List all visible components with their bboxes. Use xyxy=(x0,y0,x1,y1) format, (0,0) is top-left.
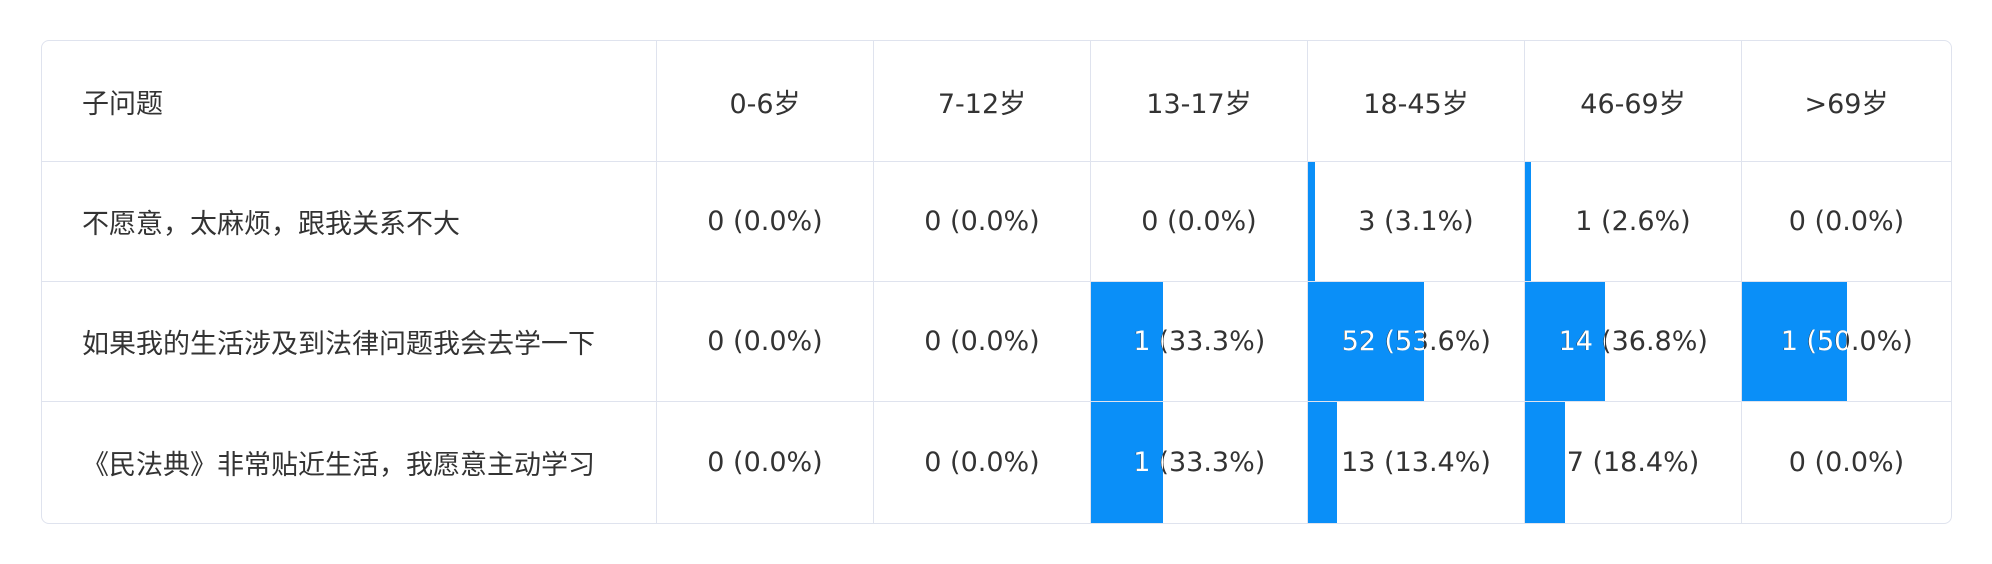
header-cell-age-46-69: 46-69岁 xyxy=(1524,41,1741,161)
value-cell-age-46-69: 14 (36.8%)14 (36.8%) xyxy=(1524,282,1741,401)
subquestion-label: 不愿意，太麻烦，跟我关系不大 xyxy=(82,209,460,240)
value-cell-age-7-12: 0 (0.0%) xyxy=(873,162,1090,281)
count-percent-value: 1 (33.3%) xyxy=(1132,326,1266,357)
value-cell-age-0-6: 0 (0.0%) xyxy=(656,402,873,523)
subquestion-label: 如果我的生活涉及到法律问题我会去学一下 xyxy=(82,329,595,360)
header-cell-subquestion: 子问题 xyxy=(42,41,656,161)
count-percent-value: 0 (0.0%) xyxy=(1788,447,1905,478)
count-percent-value: 3 (3.1%) xyxy=(1358,206,1474,237)
count-percent-value: 1 (2.6%) xyxy=(1575,206,1691,237)
value-cell-age-7-12: 0 (0.0%) xyxy=(873,402,1090,523)
count-percent-value: 52 (53.6%) xyxy=(1341,326,1491,357)
value-cell-age-7-12: 0 (0.0%) xyxy=(873,282,1090,401)
header-cell-age-18-45: 18-45岁 xyxy=(1307,41,1524,161)
column-header-label: 0-6岁 xyxy=(729,88,801,120)
value-cell-age-0-6: 0 (0.0%) xyxy=(656,162,873,281)
crosstab-table: 子问题 0-6岁 7-12岁 13-17岁 18-45岁 46-69岁 >69岁… xyxy=(41,40,1952,524)
value-cell-age-46-69: 1 (2.6%)1 (2.6%) xyxy=(1524,162,1741,281)
value-cell-age-over-69: 0 (0.0%) xyxy=(1741,402,1951,523)
subquestion-cell: 《民法典》非常贴近生活，我愿意主动学习 xyxy=(42,402,656,523)
count-percent-value: 0 (0.0%) xyxy=(707,206,823,237)
column-header-label: 46-69岁 xyxy=(1580,88,1686,120)
subquestion-cell: 不愿意，太麻烦，跟我关系不大 xyxy=(42,162,656,281)
column-header-label: 13-17岁 xyxy=(1146,88,1252,120)
count-percent-value: 0 (0.0%) xyxy=(924,447,1040,478)
row-willing-to-learn: 《民法典》非常贴近生活，我愿意主动学习 0 (0.0%) 0 (0.0%) 1 (33… xyxy=(42,401,1951,523)
count-percent-value: 1 (33.3%) xyxy=(1132,447,1266,478)
value-cell-age-18-45: 3 (3.1%)3 (3.1%) xyxy=(1307,162,1524,281)
value-cell-age-13-17: 1 (33.3%)1 (33.3%) xyxy=(1090,282,1307,401)
header-cell-age-7-12: 7-12岁 xyxy=(873,41,1090,161)
value-cell-age-18-45: 13 (13.4%)13 (13.4%) xyxy=(1307,402,1524,523)
count-percent-value: 13 (13.4%) xyxy=(1341,447,1491,478)
value-cell-age-over-69: 1 (50.0%)1 (50.0%) xyxy=(1741,282,1951,401)
column-header-label: >69岁 xyxy=(1804,88,1889,120)
column-header-label: 子问题 xyxy=(82,88,163,120)
count-percent-value: 0 (0.0%) xyxy=(924,326,1040,357)
count-percent-value: 7 (18.4%) xyxy=(1566,447,1700,478)
count-percent-value: 0 (0.0%) xyxy=(707,447,823,478)
header-cell-age-over-69: >69岁 xyxy=(1741,41,1951,161)
header-cell-age-0-6: 0-6岁 xyxy=(656,41,873,161)
column-header-label: 7-12岁 xyxy=(937,88,1027,120)
count-percent-value: 1 (50.0%) xyxy=(1780,326,1913,357)
count-percent-value: 0 (0.0%) xyxy=(1788,206,1905,237)
header-row: 子问题 0-6岁 7-12岁 13-17岁 18-45岁 46-69岁 >69岁 xyxy=(42,41,1951,161)
count-percent-value: 0 (0.0%) xyxy=(707,326,823,357)
count-percent-value: 0 (0.0%) xyxy=(924,206,1040,237)
subquestion-cell: 如果我的生活涉及到法律问题我会去学一下 xyxy=(42,282,656,401)
value-cell-age-46-69: 7 (18.4%)7 (18.4%) xyxy=(1524,402,1741,523)
row-not-willing: 不愿意，太麻烦，跟我关系不大 0 (0.0%) 0 (0.0%) 0 (0.0%) 3 … xyxy=(42,161,1951,281)
column-header-label: 18-45岁 xyxy=(1363,88,1469,120)
header-cell-age-13-17: 13-17岁 xyxy=(1090,41,1307,161)
value-cell-age-13-17: 1 (33.3%)1 (33.3%) xyxy=(1090,402,1307,523)
value-cell-age-over-69: 0 (0.0%) xyxy=(1741,162,1951,281)
subquestion-label: 《民法典》非常贴近生活，我愿意主动学习 xyxy=(82,450,595,481)
value-cell-age-13-17: 0 (0.0%) xyxy=(1090,162,1307,281)
row-learn-when-needed: 如果我的生活涉及到法律问题我会去学一下 0 (0.0%) 0 (0.0%) 1 (33… xyxy=(42,281,1951,401)
count-percent-value: 14 (36.8%) xyxy=(1558,326,1708,357)
value-cell-age-18-45: 52 (53.6%)52 (53.6%) xyxy=(1307,282,1524,401)
count-percent-value: 0 (0.0%) xyxy=(1141,206,1257,237)
value-cell-age-0-6: 0 (0.0%) xyxy=(656,282,873,401)
